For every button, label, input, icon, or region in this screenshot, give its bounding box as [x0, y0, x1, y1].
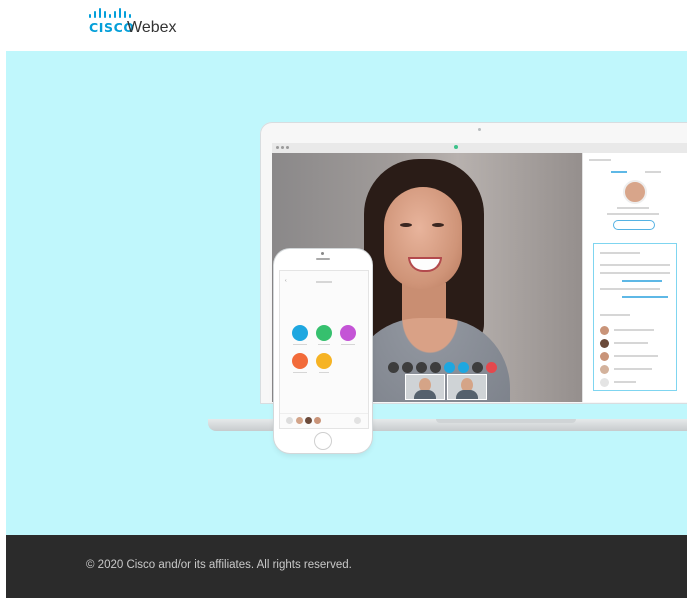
back-arrow-icon: ‹ — [285, 278, 287, 284]
phone-bottom-bar — [280, 413, 368, 428]
app-label-line — [293, 344, 307, 345]
video-icon — [402, 362, 413, 373]
whiteboard-icon — [340, 325, 356, 341]
panel-text-line — [614, 329, 654, 331]
record-icon — [430, 362, 441, 373]
app-label-line — [293, 372, 307, 373]
phone-camera — [321, 252, 324, 255]
end-call-icon — [486, 362, 497, 373]
panel-text-line — [600, 314, 630, 316]
copyright-text: © 2020 Cisco and/or its affiliates. All … — [86, 559, 352, 571]
participant-avatar — [600, 352, 609, 361]
laptop-camera — [478, 128, 481, 131]
phone-status-bar — [280, 271, 368, 276]
participant-thumbnails — [405, 374, 517, 402]
panel-text-line — [600, 272, 670, 274]
panel-tab — [645, 171, 661, 173]
panel-link-line — [622, 280, 662, 282]
panel-text-line — [614, 381, 636, 383]
panel-text-line — [600, 264, 670, 266]
participant-avatar — [600, 378, 609, 387]
eye — [400, 223, 412, 227]
avatar — [354, 417, 361, 424]
avatar — [296, 417, 303, 424]
window-dot — [276, 146, 279, 149]
panel-text-line — [600, 252, 640, 254]
avatar — [286, 417, 293, 424]
app-label-line — [319, 372, 329, 373]
thumbnail-shirt — [414, 390, 436, 399]
phone-illustration: ‹ — [274, 249, 372, 453]
message-icon — [292, 325, 308, 341]
phone-screen: ‹ — [279, 270, 369, 429]
host-avatar — [623, 180, 647, 204]
files-icon — [316, 353, 332, 369]
participant-avatar — [600, 339, 609, 348]
hero-banner: ‹ — [6, 51, 687, 535]
window-titlebar — [272, 143, 687, 153]
status-dot-icon — [454, 145, 458, 149]
participant-avatar — [600, 365, 609, 374]
panel-text-line — [600, 288, 660, 290]
window-dot — [281, 146, 284, 149]
meeting-info-card — [593, 243, 677, 391]
panel-action-button — [613, 220, 655, 230]
panel-tab-active — [611, 171, 627, 173]
mute-icon — [388, 362, 399, 373]
panel-text-line — [614, 355, 658, 357]
panel-text-line — [589, 159, 611, 161]
panel-link-line — [622, 296, 668, 298]
thumbnail-shirt — [456, 390, 478, 399]
meet-icon — [316, 325, 332, 341]
laptop-notch — [436, 419, 576, 423]
eye — [432, 223, 444, 227]
more-icon — [472, 362, 483, 373]
avatar — [314, 417, 321, 424]
share-icon — [416, 362, 427, 373]
smile — [408, 257, 442, 272]
chat-icon — [458, 362, 469, 373]
phone-home-button — [314, 432, 332, 450]
participant-avatar — [600, 326, 609, 335]
phone-title-line — [316, 281, 332, 283]
schedule-icon — [292, 353, 308, 369]
cisco-webex-logo[interactable]: CISCO Webex — [86, 6, 206, 40]
app-label-line — [341, 344, 355, 345]
participants-icon — [444, 362, 455, 373]
panel-text-line — [607, 213, 659, 215]
person-face — [384, 187, 462, 289]
panel-text-line — [614, 342, 648, 344]
site-footer: © 2020 Cisco and/or its affiliates. All … — [6, 535, 687, 598]
participant-thumbnail — [447, 374, 487, 400]
participant-thumbnail — [405, 374, 445, 400]
site-header: CISCO Webex — [0, 0, 687, 50]
window-dot — [286, 146, 289, 149]
panel-text-line — [614, 368, 652, 370]
participant-panel — [582, 153, 687, 402]
webex-wordmark: Webex — [127, 19, 177, 36]
app-label-line — [318, 344, 330, 345]
panel-text-line — [617, 207, 649, 209]
phone-speaker — [316, 258, 330, 260]
avatar — [305, 417, 312, 424]
